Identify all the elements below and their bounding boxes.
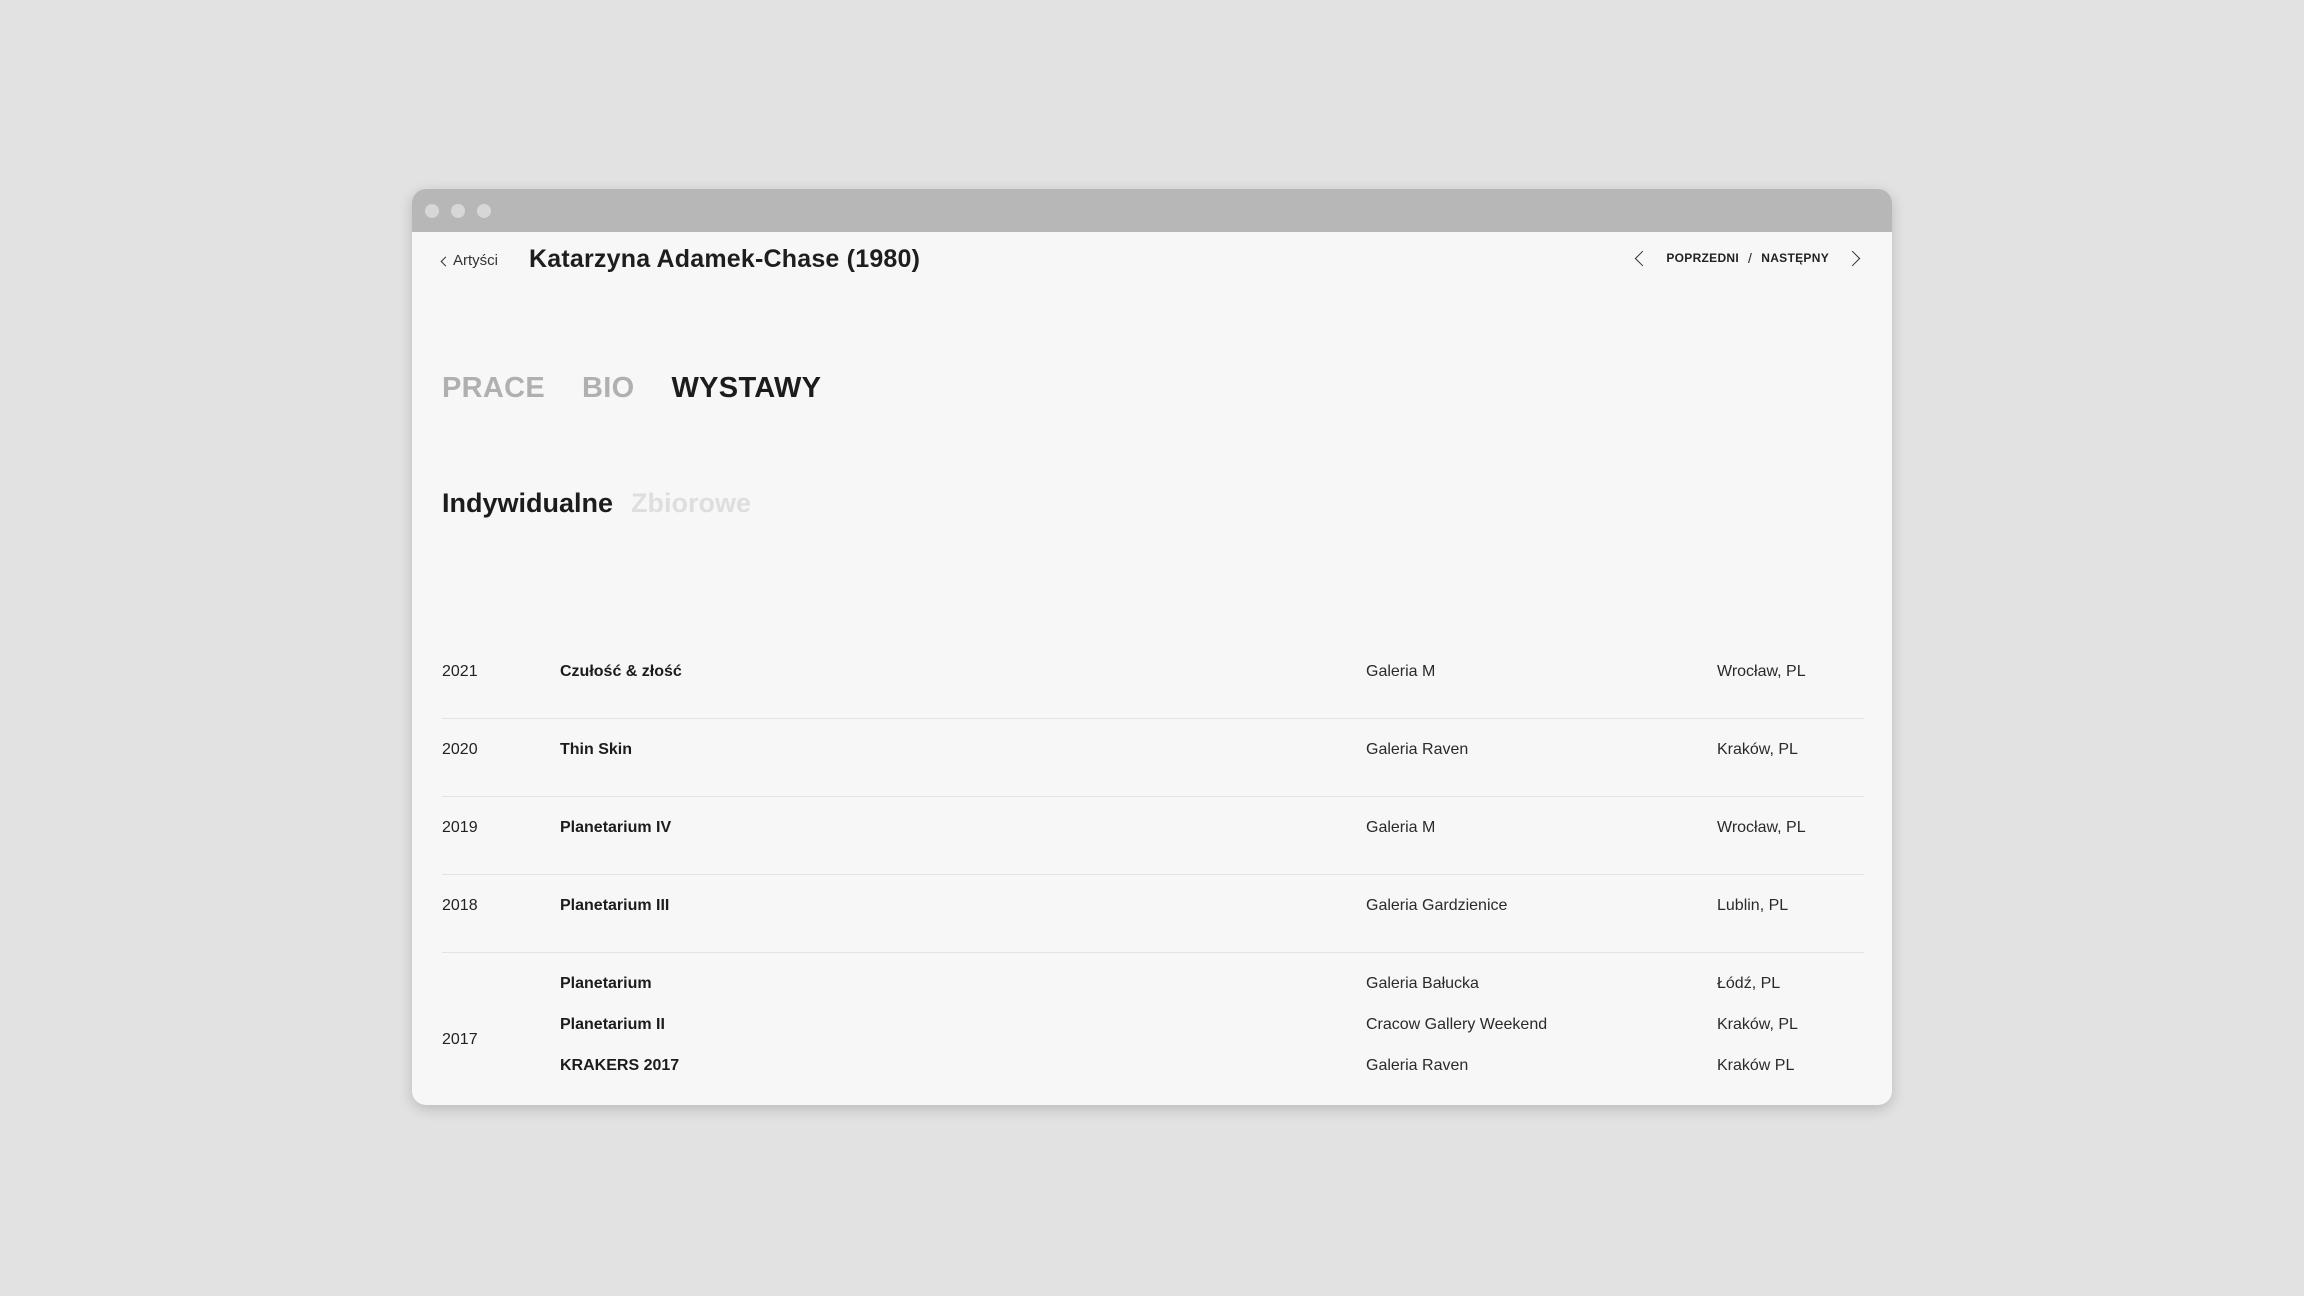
exhibition-gallery: Galeria M xyxy=(1366,819,1436,836)
window-minimize-dot[interactable] xyxy=(451,204,465,218)
table-row: 2017 Planetarium Galeria Bałucka Łódź, P… xyxy=(442,953,1864,1105)
exhibition-type-tabs: Indywidualne Zbiorowe xyxy=(442,488,751,519)
back-to-artists-link[interactable]: Artyści xyxy=(440,252,498,269)
window-titlebar xyxy=(412,189,1892,232)
exhibition-title[interactable]: KRAKERS 2017 xyxy=(560,1057,679,1075)
window-close-dot[interactable] xyxy=(425,204,439,218)
exhibition-gallery: Galeria Gardzienice xyxy=(1366,897,1508,914)
table-row: 2020 Thin Skin Galeria Raven Kraków, PL xyxy=(442,719,1864,797)
exhibition-entry: Czułość & złość Galeria M Wrocław, PL xyxy=(442,663,1864,685)
exhibition-gallery: Galeria Bałucka xyxy=(1366,975,1479,992)
exhibition-entry: Planetarium IV Galeria M Wrocław, PL xyxy=(442,819,1864,841)
exhibition-city: Kraków, PL xyxy=(1717,1016,1798,1033)
exhibition-title[interactable]: Thin Skin xyxy=(560,741,632,759)
back-link-label: Artyści xyxy=(453,252,498,269)
chevron-right-icon[interactable] xyxy=(1844,250,1861,266)
exhibition-title[interactable]: Planetarium IV xyxy=(560,819,671,837)
table-row: 2021 Czułość & złość Galeria M Wrocław, … xyxy=(442,641,1864,719)
exhibition-city: Łódź, PL xyxy=(1717,975,1781,992)
table-row: 2019 Planetarium IV Galeria M Wrocław, P… xyxy=(442,797,1864,875)
chevron-left-icon xyxy=(440,256,451,266)
exhibition-city: Kraków, PL xyxy=(1717,741,1798,758)
exhibition-title[interactable]: Czułość & złość xyxy=(560,663,682,681)
exhibition-gallery: Cracow Gallery Weekend xyxy=(1366,1016,1548,1033)
exhibition-title[interactable]: Planetarium xyxy=(560,975,652,993)
next-artist-link[interactable]: NASTĘPNY xyxy=(1761,251,1829,265)
artist-pager: POPRZEDNI / NASTĘPNY xyxy=(1633,250,1862,266)
exhibition-entry: Planetarium II Cracow Gallery Weekend Kr… xyxy=(442,1016,1864,1038)
exhibition-city: Wrocław, PL xyxy=(1717,819,1806,836)
page-title: Katarzyna Adamek-Chase (1980) xyxy=(529,245,921,273)
exhibition-gallery: Galeria Raven xyxy=(1366,741,1469,758)
exhibition-title[interactable]: Planetarium III xyxy=(560,897,669,915)
tab-zbiorowe[interactable]: Zbiorowe xyxy=(631,488,751,519)
exhibitions-table: 2021 Czułość & złość Galeria M Wrocław, … xyxy=(442,641,1864,1105)
tab-wystawy[interactable]: WYSTAWY xyxy=(671,372,821,405)
previous-artist-link[interactable]: POPRZEDNI xyxy=(1666,251,1739,265)
exhibition-entry: KRAKERS 2017 Galeria Raven Kraków PL xyxy=(442,1057,1864,1079)
main-tabs: PRACE BIO WYSTAWY xyxy=(442,372,821,405)
exhibition-city: Kraków PL xyxy=(1717,1057,1795,1074)
tab-prace[interactable]: PRACE xyxy=(442,372,545,405)
pager-separator: / xyxy=(1748,250,1753,266)
table-row: 2018 Planetarium III Galeria Gardzienice… xyxy=(442,875,1864,953)
exhibition-city: Lublin, PL xyxy=(1717,897,1789,914)
exhibition-gallery: Galeria Raven xyxy=(1366,1057,1469,1074)
exhibition-entry: Planetarium III Galeria Gardzienice Lubl… xyxy=(442,897,1864,919)
page-content: Artyści Katarzyna Adamek-Chase (1980) PO… xyxy=(412,232,1892,1105)
browser-window: Artyści Katarzyna Adamek-Chase (1980) PO… xyxy=(412,189,1892,1105)
tab-bio[interactable]: BIO xyxy=(582,372,634,405)
exhibition-title[interactable]: Planetarium II xyxy=(560,1016,665,1034)
chevron-left-icon[interactable] xyxy=(1635,250,1651,266)
exhibition-entry: Planetarium Galeria Bałucka Łódź, PL xyxy=(442,975,1864,997)
exhibition-gallery: Galeria M xyxy=(1366,663,1436,680)
tab-indywidualne[interactable]: Indywidualne xyxy=(442,488,613,519)
window-maximize-dot[interactable] xyxy=(477,204,491,218)
exhibition-entry: Thin Skin Galeria Raven Kraków, PL xyxy=(442,741,1864,763)
exhibition-city: Wrocław, PL xyxy=(1717,663,1806,680)
